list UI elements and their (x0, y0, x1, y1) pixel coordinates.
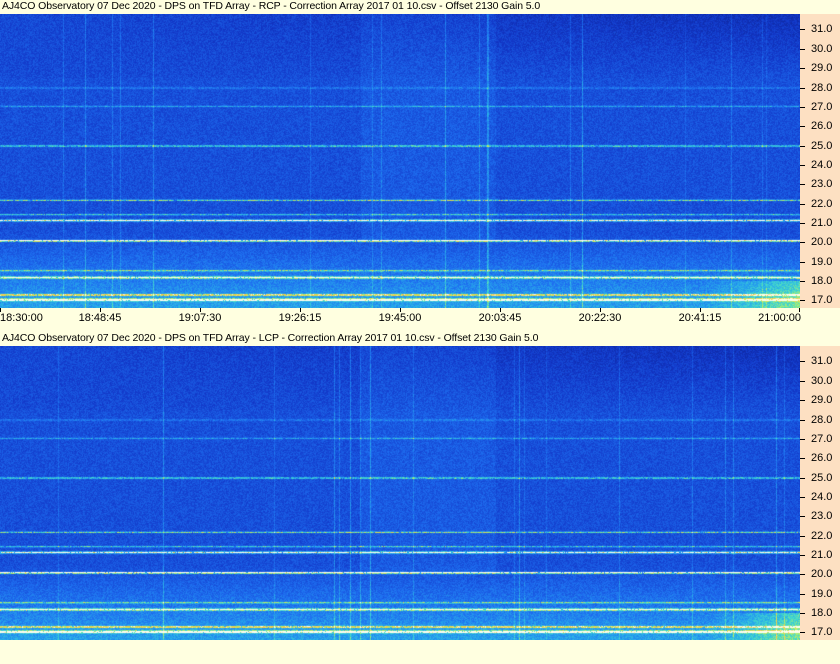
time-axis-rcp: 18:30:00 18:48:45 19:07:30 19:26:15 19:45:00… (0, 308, 840, 328)
y-tick-label: 18.0 (811, 607, 833, 619)
spectrogram-lcp (0, 346, 800, 640)
y-tick-label: 29.0 (811, 62, 833, 74)
y-tick (800, 146, 805, 147)
y-tick (800, 68, 805, 69)
y-tick (800, 400, 805, 401)
y-tick (800, 204, 805, 205)
y-tick-label: 25.0 (811, 140, 833, 152)
y-tick-label: 26.0 (811, 120, 833, 132)
y-tick-label: 31.0 (811, 355, 833, 367)
spectrogram-rcp (0, 14, 800, 308)
y-tick (800, 574, 805, 575)
y-tick (800, 458, 805, 459)
y-tick-label: 28.0 (811, 414, 833, 426)
y-tick-label: 25.0 (811, 472, 833, 484)
y-tick (800, 223, 805, 224)
y-tick-label: 30.0 (811, 375, 833, 387)
y-tick (800, 242, 805, 243)
y-tick-label: 22.0 (811, 198, 833, 210)
x-tick-label: 18:48:45 (78, 312, 122, 324)
frequency-axis-rcp: 31.0 30.0 29.0 28.0 27.0 26.0 25.0 24.0 23.0 22.0… (800, 14, 840, 308)
x-tick-label: 19:45:00 (378, 312, 422, 324)
y-tick-label: 17.0 (811, 626, 833, 638)
y-tick-label: 27.0 (811, 101, 833, 113)
y-tick (800, 555, 805, 556)
y-tick (800, 300, 805, 301)
y-tick (800, 165, 805, 166)
y-tick-label: 20.0 (811, 568, 833, 580)
y-tick-label: 19.0 (811, 588, 833, 600)
x-tick-label: 18:30:00 (0, 312, 43, 324)
y-tick-label: 31.0 (811, 23, 833, 35)
y-tick (800, 281, 805, 282)
y-tick-label: 19.0 (811, 256, 833, 268)
y-tick (800, 381, 805, 382)
y-tick (800, 88, 805, 89)
panel-title-lcp: AJ4CO Observatory 07 Dec 2020 - DPS on T… (2, 332, 539, 344)
y-tick (800, 632, 805, 633)
y-tick-label: 30.0 (811, 43, 833, 55)
y-tick (800, 497, 805, 498)
y-tick (800, 439, 805, 440)
y-tick (800, 361, 805, 362)
y-tick-label: 21.0 (811, 549, 833, 561)
y-tick-label: 18.0 (811, 275, 833, 287)
y-tick-label: 28.0 (811, 82, 833, 94)
y-tick-label: 22.0 (811, 530, 833, 542)
y-tick-label: 26.0 (811, 452, 833, 464)
y-tick (800, 107, 805, 108)
y-tick (800, 262, 805, 263)
y-tick (800, 478, 805, 479)
x-tick-label: 21:00:00 (758, 312, 801, 324)
y-tick-label: 29.0 (811, 394, 833, 406)
y-tick-label: 17.0 (811, 294, 833, 306)
spectrogram-canvas-rcp (0, 14, 800, 308)
y-tick-label: 23.0 (811, 178, 833, 190)
y-tick-label: 20.0 (811, 236, 833, 248)
y-tick-label: 27.0 (811, 433, 833, 445)
x-tick-label: 19:26:15 (278, 312, 322, 324)
y-tick-label: 24.0 (811, 491, 833, 503)
frequency-axis-lcp: 31.0 30.0 29.0 28.0 27.0 26.0 25.0 24.0 23.0 22.0… (800, 346, 840, 640)
y-tick (800, 420, 805, 421)
y-tick (800, 516, 805, 517)
y-tick (800, 594, 805, 595)
x-tick-label: 19:07:30 (178, 312, 222, 324)
y-tick (800, 126, 805, 127)
y-tick-label: 24.0 (811, 159, 833, 171)
x-tick-label: 20:22:30 (578, 312, 622, 324)
spectrogram-canvas-lcp (0, 346, 800, 640)
y-tick (800, 49, 805, 50)
x-tick-label: 20:41:15 (678, 312, 722, 324)
y-tick (800, 29, 805, 30)
y-tick (800, 536, 805, 537)
y-tick (800, 613, 805, 614)
y-tick-label: 21.0 (811, 217, 833, 229)
panel-title-rcp: AJ4CO Observatory 07 Dec 2020 - DPS on T… (2, 0, 541, 12)
y-tick-label: 23.0 (811, 510, 833, 522)
y-tick (800, 184, 805, 185)
x-tick-label: 20:03:45 (478, 312, 522, 324)
